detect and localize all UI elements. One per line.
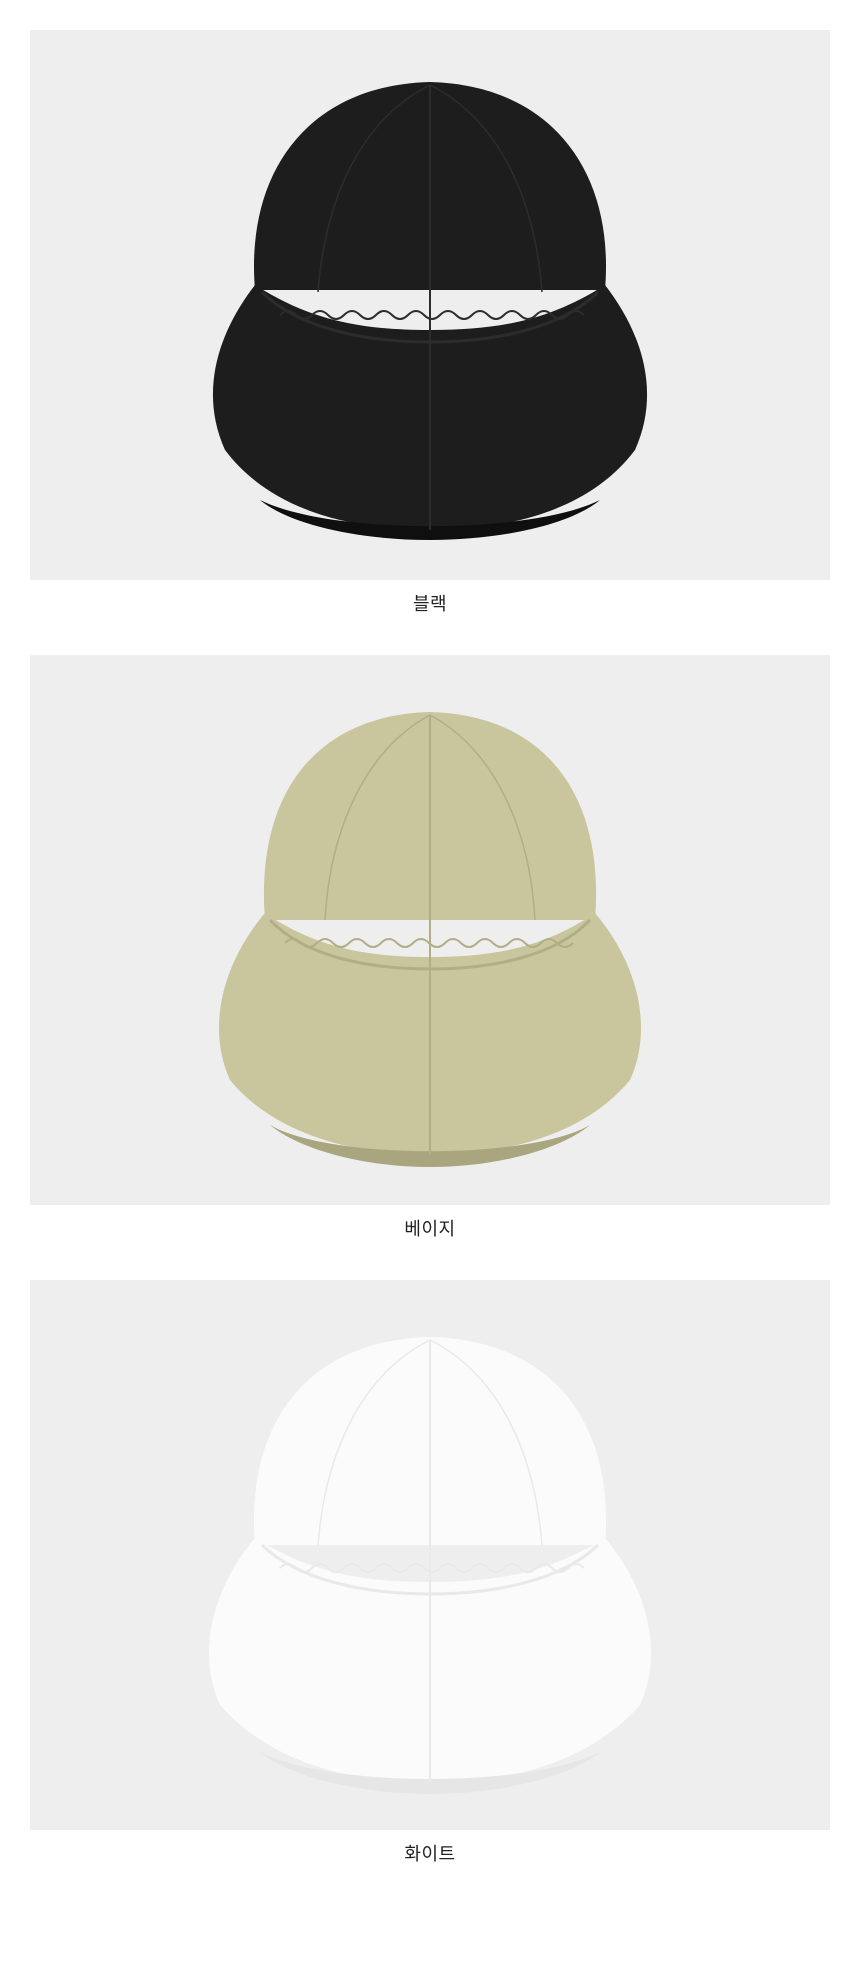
color-label-black: 블랙 bbox=[412, 594, 448, 615]
product-color-black: 블랙 bbox=[30, 30, 830, 615]
product-color-beige: 베이지 bbox=[30, 655, 830, 1240]
product-photo-black-hat bbox=[30, 30, 830, 580]
hat-illustration-black bbox=[30, 30, 830, 580]
hat-illustration-beige bbox=[30, 655, 830, 1205]
product-photo-white-hat bbox=[30, 1280, 830, 1830]
hat-illustration-white bbox=[30, 1280, 830, 1830]
color-label-white: 화이트 bbox=[404, 1844, 456, 1865]
product-color-white: 화이트 bbox=[30, 1280, 830, 1865]
color-label-beige: 베이지 bbox=[404, 1219, 456, 1240]
product-photo-beige-hat bbox=[30, 655, 830, 1205]
